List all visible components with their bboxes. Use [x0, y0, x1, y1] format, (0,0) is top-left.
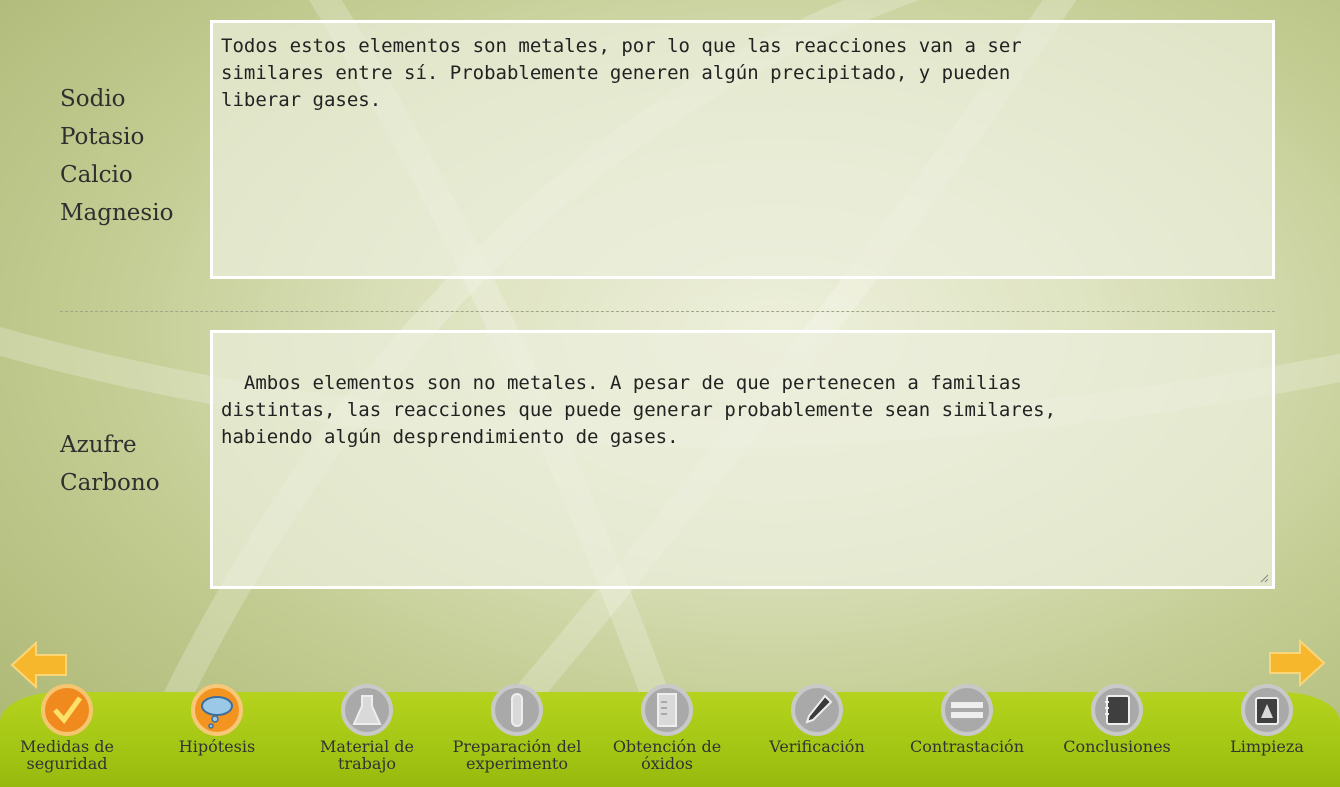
nav-step-contrastacion[interactable]: Contrastación [892, 684, 1042, 755]
element-label: Azufre [60, 432, 137, 458]
nav-step-conclusiones[interactable]: Conclusiones [1042, 684, 1192, 755]
nav-step-limpieza[interactable]: Limpieza [1192, 684, 1340, 755]
nav-step-hipotesis[interactable]: Hipótesis [142, 684, 292, 755]
element-label: Magnesio [60, 200, 174, 226]
checkmark-icon [41, 684, 93, 736]
flask-icon [341, 684, 393, 736]
nav-step-label: Conclusiones [1063, 737, 1171, 756]
nav-step-medidas-de-seguridad[interactable]: Medidas de seguridad [0, 684, 142, 772]
nav-step-label: Verificación [769, 737, 865, 756]
nav-step-label: Obtención de óxidos [612, 737, 722, 773]
notebook-icon [1091, 684, 1143, 736]
element-label: Potasio [60, 124, 145, 150]
row-divider [60, 311, 1275, 312]
hypothesis-textarea-metals[interactable]: Todos estos elementos son metales, por l… [210, 20, 1275, 279]
elements-list-nonmetals: Azufre Carbono [60, 426, 160, 502]
element-label: Sodio [60, 86, 126, 112]
hypothesis-text: Ambos elementos son no metales. A pesar … [221, 372, 1057, 448]
nav-step-material-de-trabajo[interactable]: Material de trabajo [292, 684, 442, 772]
nav-step-preparacion-del-experimento[interactable]: Preparación del experimento [442, 684, 592, 772]
dropper-icon [791, 684, 843, 736]
arrow-right-icon[interactable] [1268, 639, 1326, 687]
nav-step-label: Preparación del experimento [452, 737, 582, 773]
test-tube-icon [491, 684, 543, 736]
equals-icon [941, 684, 993, 736]
trash-can-icon [1241, 684, 1293, 736]
arrow-left-icon[interactable] [10, 641, 68, 689]
graduated-cylinder-icon [641, 684, 693, 736]
nav-step-label: Contrastación [910, 737, 1024, 756]
elements-list-metals: Sodio Potasio Calcio Magnesio [60, 80, 173, 232]
nav-step-label: Limpieza [1230, 737, 1304, 756]
nav-step-label: Hipótesis [178, 737, 256, 756]
nav-step-label: Medidas de seguridad [20, 737, 114, 773]
nav-step-label: Material de trabajo [319, 737, 415, 773]
hypothesis-textarea-nonmetals[interactable]: Ambos elementos son no metales. A pesar … [210, 330, 1275, 589]
resize-handle-icon[interactable] [1259, 573, 1269, 583]
nav-step-verificacion[interactable]: Verificación [742, 684, 892, 755]
element-label: Calcio [60, 162, 133, 188]
nav-step-obtencion-de-oxidos[interactable]: Obtención de óxidos [592, 684, 742, 772]
thought-cloud-icon [191, 684, 243, 736]
element-label: Carbono [60, 470, 160, 496]
